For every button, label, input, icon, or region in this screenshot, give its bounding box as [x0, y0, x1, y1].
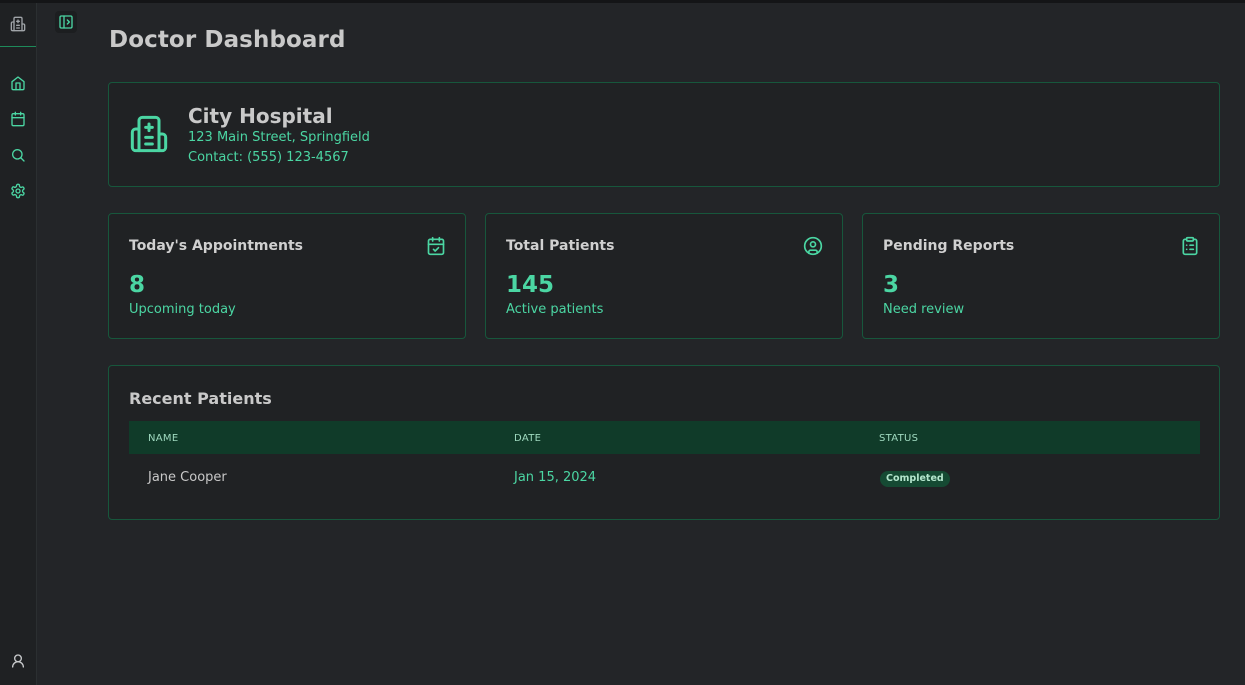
patient-date: Jan 15, 2024: [514, 470, 597, 485]
sidebar-item-home[interactable]: [10, 75, 26, 91]
hospital-card: City Hospital 123 Main Street, Springfie…: [108, 82, 1220, 187]
sidebar-item-appointments[interactable]: [10, 111, 26, 127]
stat-title: Today's Appointments: [129, 238, 303, 254]
stat-title: Pending Reports: [883, 238, 1015, 254]
gear-icon: [11, 183, 25, 199]
user-profile-icon[interactable]: [10, 653, 26, 669]
hospital-address: 123 Main Street, Springfield: [188, 130, 370, 145]
panel-toggle-icon: [59, 15, 73, 29]
column-header-name[interactable]: NAME: [148, 433, 178, 444]
stat-subtitle: Active patients: [506, 302, 604, 317]
column-header-status[interactable]: STATUS: [879, 433, 918, 444]
sidebar-item-settings[interactable]: [10, 183, 26, 199]
recent-patients-title: Recent Patients: [129, 389, 272, 408]
search-icon: [12, 149, 25, 162]
hospital-contact: Contact: (555) 123-4567: [188, 150, 349, 165]
window-top-edge: [0, 0, 1245, 3]
calendar-icon: [11, 111, 25, 127]
clipboard-icon: [1180, 236, 1200, 256]
sidebar-divider: [0, 46, 36, 47]
stat-card-patients: Total Patients 145 Active patients: [485, 213, 843, 339]
sidebar-item-search[interactable]: [10, 147, 26, 163]
calendar-check-icon: [426, 236, 446, 256]
stat-value: 145: [506, 272, 555, 298]
stat-card-reports: Pending Reports 3 Need review: [862, 213, 1220, 339]
table-row[interactable]: Jane Cooper Jan 15, 2024 Completed: [129, 454, 1200, 500]
patient-name: Jane Cooper: [148, 470, 227, 485]
stat-subtitle: Upcoming today: [129, 302, 236, 317]
hospital-icon: [129, 114, 169, 154]
sidebar: [0, 3, 37, 685]
stat-subtitle: Need review: [883, 302, 965, 317]
page-title: Doctor Dashboard: [109, 27, 346, 53]
table-header: NAME DATE STATUS: [129, 421, 1200, 454]
stat-value: 3: [883, 272, 900, 298]
recent-patients-card: Recent Patients NAME DATE STATUS Jane Co…: [108, 365, 1220, 520]
stat-card-appointments: Today's Appointments 8 Upcoming today: [108, 213, 466, 339]
column-header-date[interactable]: DATE: [514, 433, 541, 444]
hospital-name: City Hospital: [188, 104, 333, 128]
stat-value: 8: [129, 272, 146, 298]
sidebar-toggle-button[interactable]: [55, 11, 77, 33]
home-icon: [11, 76, 25, 91]
stat-title: Total Patients: [506, 238, 615, 254]
user-circle-icon: [803, 236, 823, 256]
status-badge: Completed: [880, 471, 950, 487]
hospital-logo-icon: [10, 16, 26, 32]
